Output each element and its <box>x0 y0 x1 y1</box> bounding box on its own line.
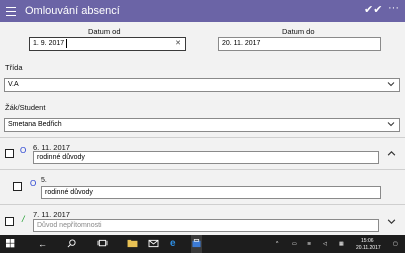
chevron-up-icon[interactable] <box>387 149 396 158</box>
clear-icon[interactable]: ✕ <box>175 38 181 50</box>
chevron-up-icon[interactable]: ^ <box>276 241 278 247</box>
clock-date[interactable]: 20.11.2017 <box>356 245 381 251</box>
student-dropdown[interactable]: Smetana Bedřich <box>4 118 400 132</box>
trida-label: Třída <box>5 63 23 72</box>
clock-time[interactable]: 15:06 <box>361 238 374 244</box>
date-to-value: 20. 11. 2017 <box>222 40 261 47</box>
title-bar: Omlouvání absencí ✔✔ ··· <box>0 0 405 22</box>
volume-icon[interactable]: ◁ <box>323 241 327 247</box>
date-from-label: Datum od <box>88 27 121 36</box>
status-o-mark: O <box>30 179 37 188</box>
row-reason-input[interactable]: rodinné důvody <box>33 151 379 164</box>
windows-icon[interactable] <box>6 235 16 253</box>
notifications-icon[interactable]: ▢ <box>393 241 398 247</box>
back-icon[interactable]: ← <box>38 235 48 253</box>
date-to-input[interactable]: 20. 11. 2017 <box>218 37 381 51</box>
row-checkbox[interactable] <box>13 182 22 191</box>
task-view-icon[interactable] <box>97 235 108 253</box>
network-icon[interactable]: ≋ <box>307 241 311 247</box>
date-to-label: Datum do <box>282 27 315 36</box>
row-reason-value: rodinné důvody <box>37 154 85 161</box>
row-reason-value: rodinné důvody <box>45 189 93 196</box>
app-title: Omlouvání absencí <box>25 5 120 17</box>
status-o-mark: O <box>20 146 27 155</box>
student-label: Žák/Student <box>5 103 46 112</box>
row-reason-input[interactable]: rodinné důvody <box>41 186 381 199</box>
status-slash-mark: / <box>22 214 25 224</box>
chevron-down-icon[interactable] <box>387 217 396 226</box>
main-content: Datum od Datum do 1. 9. 2017 ✕ 20. 11. 2… <box>0 22 405 235</box>
taskbar: ← e ^ ▭ ≋ ◁ ▦ 15:06 20.11.2017 ▢ <box>0 235 405 253</box>
date-from-value: 1. 9. 2017 <box>33 40 65 47</box>
divider <box>0 137 405 138</box>
double-check-icon[interactable]: ✔✔ <box>364 3 382 16</box>
row-date: 7. 11. 2017 <box>33 210 70 219</box>
row-reason-placeholder: Důvod nepřítomnosti <box>37 222 102 229</box>
chevron-down-icon <box>387 122 395 127</box>
date-from-input[interactable]: 1. 9. 2017 ✕ <box>29 37 186 51</box>
divider <box>0 169 405 170</box>
edge-icon[interactable]: e <box>170 235 181 253</box>
battery-icon[interactable]: ▭ <box>292 241 297 247</box>
mail-icon[interactable] <box>148 235 159 253</box>
divider <box>0 204 405 205</box>
student-value: Smetana Bedřich <box>8 121 62 128</box>
text-cursor <box>66 38 68 48</box>
more-icon[interactable]: ··· <box>388 2 399 14</box>
file-explorer-icon[interactable] <box>127 235 138 253</box>
trida-value: V.A <box>8 81 19 88</box>
row-date: 5. <box>41 177 47 184</box>
keyboard-icon[interactable]: ▦ <box>339 241 344 247</box>
row-checkbox[interactable] <box>5 217 14 226</box>
chevron-down-icon <box>387 82 395 87</box>
search-icon[interactable] <box>67 235 77 253</box>
hamburger-menu-icon[interactable] <box>4 4 18 18</box>
row-checkbox[interactable] <box>5 149 14 158</box>
row-reason-input[interactable]: Důvod nepřítomnosti <box>33 219 379 232</box>
trida-dropdown[interactable]: V.A <box>4 78 400 92</box>
